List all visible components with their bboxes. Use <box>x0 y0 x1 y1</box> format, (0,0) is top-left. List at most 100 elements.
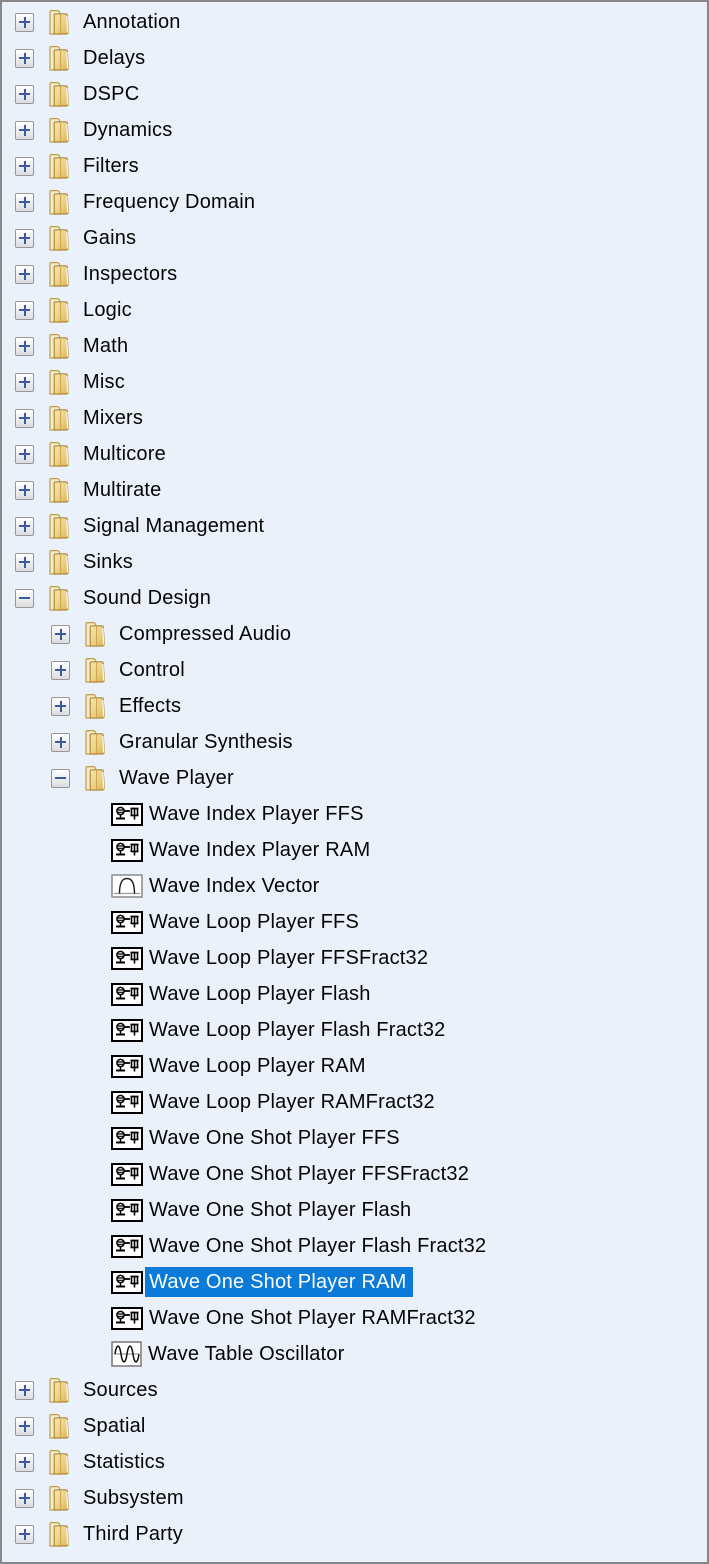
tree-item-label: Wave One Shot Player Flash Fract32 <box>145 1231 492 1261</box>
tree-item[interactable]: Math <box>2 328 707 364</box>
expand-icon[interactable] <box>15 409 34 428</box>
tree-item-label: Wave Loop Player RAMFract32 <box>145 1087 441 1117</box>
tree-item-label: Wave One Shot Player RAM <box>145 1267 413 1297</box>
tree-item-label: Misc <box>79 367 131 397</box>
tree-item[interactable]: Wave Table Oscillator <box>2 1336 707 1372</box>
tree-item[interactable]: Wave Loop Player FFSFract32 <box>2 940 707 976</box>
tree-item[interactable]: Filters <box>2 148 707 184</box>
tree-item[interactable]: Control <box>2 652 707 688</box>
tree-item-label: Sinks <box>79 547 139 577</box>
tree-item[interactable]: Wave Index Vector <box>2 868 707 904</box>
expand-icon[interactable] <box>15 1417 34 1436</box>
tree-item[interactable]: Multicore <box>2 436 707 472</box>
expand-icon[interactable] <box>15 1453 34 1472</box>
tree-item[interactable]: Wave Loop Player Flash Fract32 <box>2 1012 707 1048</box>
expand-icon[interactable] <box>15 301 34 320</box>
tree-item-label: Wave One Shot Player Flash <box>145 1195 417 1225</box>
tree-item[interactable]: Wave One Shot Player FFSFract32 <box>2 1156 707 1192</box>
tree-item[interactable]: Gains <box>2 220 707 256</box>
tree-item-label: Multirate <box>79 475 168 505</box>
collapse-icon[interactable] <box>51 769 70 788</box>
tree-item[interactable]: Wave One Shot Player FFS <box>2 1120 707 1156</box>
expand-icon[interactable] <box>15 481 34 500</box>
tree-item[interactable]: Sinks <box>2 544 707 580</box>
tree-item-label: Signal Management <box>79 511 270 541</box>
folder-icon <box>46 80 72 108</box>
expand-icon[interactable] <box>51 661 70 680</box>
tree-item[interactable]: Logic <box>2 292 707 328</box>
tree-item[interactable]: Annotation <box>2 4 707 40</box>
tree-item[interactable]: Sound Design <box>2 580 707 616</box>
tree-item[interactable]: Statistics <box>2 1444 707 1480</box>
folder-icon <box>46 548 72 576</box>
folder-icon <box>46 1484 72 1512</box>
tree-item[interactable]: DSPC <box>2 76 707 112</box>
expand-icon[interactable] <box>15 373 34 392</box>
tree-item-label: Wave One Shot Player FFSFract32 <box>145 1159 475 1189</box>
tree-item-label: Sources <box>79 1375 164 1405</box>
tree-item[interactable]: Wave One Shot Player RAMFract32 <box>2 1300 707 1336</box>
expand-icon[interactable] <box>15 1489 34 1508</box>
expand-icon[interactable] <box>15 85 34 104</box>
expand-icon[interactable] <box>15 445 34 464</box>
expand-icon[interactable] <box>51 733 70 752</box>
tree-item[interactable]: Wave Player <box>2 760 707 796</box>
expand-icon[interactable] <box>15 517 34 536</box>
folder-icon <box>46 512 72 540</box>
tree-item[interactable]: Delays <box>2 40 707 76</box>
tree-item[interactable]: Compressed Audio <box>2 616 707 652</box>
tree-item[interactable]: Wave Index Player FFS <box>2 796 707 832</box>
tree-item[interactable]: Dynamics <box>2 112 707 148</box>
expand-icon[interactable] <box>15 49 34 68</box>
module-block-icon <box>111 1127 143 1150</box>
collapse-icon[interactable] <box>15 589 34 608</box>
tree-item[interactable]: Spatial <box>2 1408 707 1444</box>
tree-item[interactable]: Wave Loop Player Flash <box>2 976 707 1012</box>
expand-icon[interactable] <box>15 553 34 572</box>
tree-item[interactable]: Frequency Domain <box>2 184 707 220</box>
tree-item-label: Gains <box>79 223 142 253</box>
expand-icon[interactable] <box>15 193 34 212</box>
module-block-icon <box>111 1055 143 1078</box>
expand-icon[interactable] <box>15 337 34 356</box>
expand-icon[interactable] <box>15 1525 34 1544</box>
folder-icon <box>46 116 72 144</box>
expand-icon[interactable] <box>51 625 70 644</box>
tree-item-label: Wave One Shot Player RAMFract32 <box>145 1303 482 1333</box>
tree-item-label: Logic <box>79 295 138 325</box>
folder-icon <box>46 8 72 36</box>
tree-item[interactable]: Misc <box>2 364 707 400</box>
folder-icon <box>46 584 72 612</box>
tree-item[interactable]: Effects <box>2 688 707 724</box>
expand-icon[interactable] <box>15 1381 34 1400</box>
expand-icon[interactable] <box>15 157 34 176</box>
expand-icon[interactable] <box>15 121 34 140</box>
tree-item[interactable]: Inspectors <box>2 256 707 292</box>
tree-item[interactable]: Wave Loop Player FFS <box>2 904 707 940</box>
tree-item-label: Granular Synthesis <box>115 727 299 757</box>
tree-item-label: Wave Loop Player FFS <box>145 907 365 937</box>
tree-item[interactable]: Third Party <box>2 1516 707 1552</box>
tree-item[interactable]: Wave Index Player RAM <box>2 832 707 868</box>
tree-item-label: Mixers <box>79 403 149 433</box>
tree-item[interactable]: Signal Management <box>2 508 707 544</box>
module-block-icon <box>111 1271 143 1294</box>
expand-icon[interactable] <box>15 265 34 284</box>
folder-icon <box>82 728 108 756</box>
tree-item-label: Control <box>115 655 191 685</box>
tree-item[interactable]: Wave Loop Player RAM <box>2 1048 707 1084</box>
expand-icon[interactable] <box>51 697 70 716</box>
expand-icon[interactable] <box>15 229 34 248</box>
tree-item[interactable]: Mixers <box>2 400 707 436</box>
tree-item[interactable]: Granular Synthesis <box>2 724 707 760</box>
expand-icon[interactable] <box>15 13 34 32</box>
tree-item[interactable]: Wave One Shot Player RAM <box>2 1264 707 1300</box>
tree-item[interactable]: Wave One Shot Player Flash Fract32 <box>2 1228 707 1264</box>
tree-item[interactable]: Multirate <box>2 472 707 508</box>
tree-item[interactable]: Wave Loop Player RAMFract32 <box>2 1084 707 1120</box>
sine-wave-icon <box>111 1341 142 1367</box>
folder-icon <box>46 404 72 432</box>
tree-item[interactable]: Sources <box>2 1372 707 1408</box>
tree-item[interactable]: Wave One Shot Player Flash <box>2 1192 707 1228</box>
tree-item[interactable]: Subsystem <box>2 1480 707 1516</box>
